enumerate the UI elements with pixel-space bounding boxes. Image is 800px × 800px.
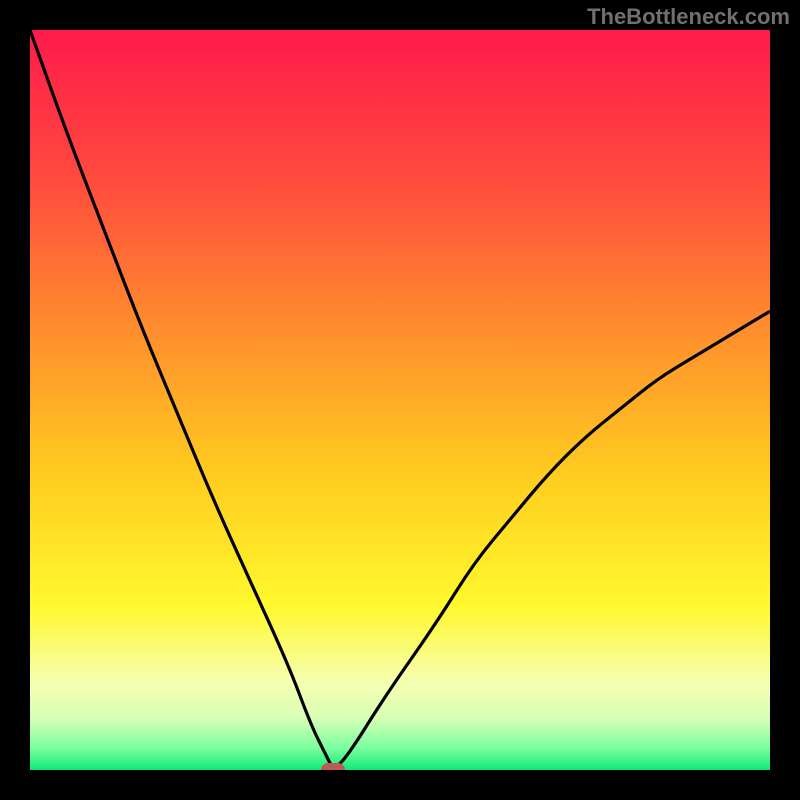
- optimal-marker: [321, 763, 345, 770]
- chart-container: TheBottleneck.com: [0, 0, 800, 800]
- plot-area: [30, 30, 770, 770]
- watermark-text: TheBottleneck.com: [587, 4, 790, 30]
- bottleneck-curve: [30, 30, 770, 770]
